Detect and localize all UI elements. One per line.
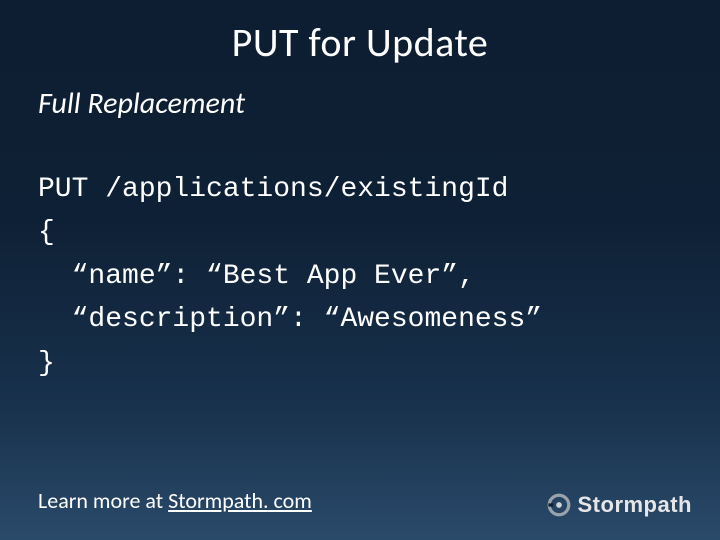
footer-text: Learn more at Stormpath. com [38, 487, 312, 514]
code-block: PUT /applications/existingId { “name”: “… [0, 122, 720, 385]
brand-logo-text: Stormpath [578, 492, 693, 518]
brand-logo: Stormpath [546, 492, 693, 518]
slide-title: PUT for Update [0, 0, 720, 67]
code-line: “name”: “Best App Ever”, [38, 261, 475, 292]
slide: PUT for Update Full Replacement PUT /app… [0, 0, 720, 540]
code-line: “description”: “Awesomeness” [38, 304, 542, 335]
code-line: } [38, 348, 55, 379]
code-line: { [38, 217, 55, 248]
code-line: PUT /applications/existingId [38, 174, 508, 205]
footer-prefix: Learn more at [38, 487, 168, 514]
slide-subtitle: Full Replacement [0, 67, 720, 122]
footer-link[interactable]: Stormpath. com [168, 487, 312, 514]
stormpath-logo-icon [546, 492, 572, 518]
